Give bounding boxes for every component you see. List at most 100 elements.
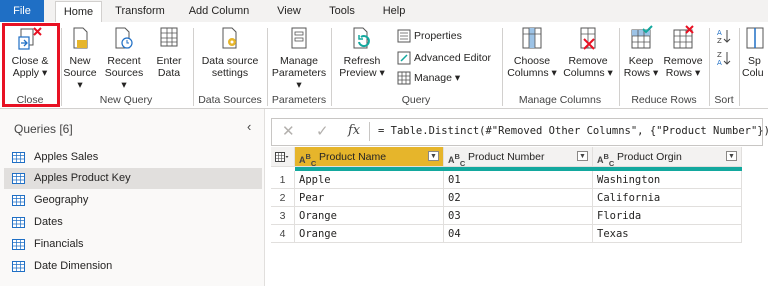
enter-data-button[interactable]: Enter Data (150, 24, 188, 79)
table-cell[interactable]: Apple (295, 171, 444, 189)
query-item[interactable]: Dates (4, 212, 262, 233)
remove-rows-button[interactable]: Remove Rows ▾ (661, 24, 705, 79)
refresh-label-2: Preview ▾ (339, 67, 385, 79)
table-cell[interactable]: Texas (593, 225, 742, 243)
new-source-label-1: New (69, 55, 91, 67)
table-menu-icon (275, 152, 289, 162)
column-header-product-name[interactable]: ABC Product Name ▼ (295, 147, 444, 168)
split-column-label-2: Colu (742, 67, 764, 79)
fx-icon[interactable]: fx (348, 123, 360, 138)
ribbon-divider (331, 28, 332, 106)
table-cell[interactable]: California (593, 189, 742, 207)
sort-ascending-icon: A Z (717, 29, 731, 45)
table-cell[interactable]: Pear (295, 189, 444, 207)
formula-input[interactable]: = Table.Distinct(#"Removed Other Columns… (378, 125, 768, 137)
tab-help[interactable]: Help (373, 0, 415, 22)
new-source-button[interactable]: New Source ▾ (61, 24, 99, 91)
choose-columns-label-1: Choose (513, 55, 551, 67)
tab-tools[interactable]: Tools (320, 0, 364, 22)
filter-dropdown-icon[interactable]: ▼ (428, 151, 439, 161)
query-item[interactable]: Financials (4, 234, 262, 255)
table-icon (12, 261, 25, 272)
table-cell[interactable]: 02 (444, 189, 593, 207)
query-item[interactable]: Geography (4, 190, 262, 211)
split-column-button[interactable]: Sp Colu (742, 24, 768, 79)
table-icon (12, 195, 25, 206)
ribbon-divider (619, 28, 620, 106)
table-cell[interactable]: 01 (444, 171, 593, 189)
table-cell[interactable]: Orange (295, 207, 444, 225)
split-column-label-1: Sp (748, 55, 761, 67)
table-icon (12, 217, 25, 228)
table-grid-icon (160, 27, 178, 47)
recent-sources-label-1: Recent (107, 55, 141, 67)
formula-bar: ✕ ✓ fx = Table.Distinct(#"Removed Other … (271, 118, 768, 146)
query-item[interactable]: Date Dimension (4, 256, 262, 277)
manage-parameters-button[interactable]: Manage Parameters ▾ (270, 24, 328, 91)
tab-view[interactable]: View (270, 0, 308, 22)
row-number[interactable]: 4 (271, 225, 295, 243)
table-menu-button[interactable] (271, 147, 295, 167)
recent-sources-label-2: Sources ▾ (104, 67, 144, 91)
choose-columns-button[interactable]: Choose Columns ▾ (505, 24, 559, 79)
recent-sources-button[interactable]: Recent Sources ▾ (101, 24, 147, 91)
table-icon (12, 173, 25, 184)
enter-data-label-1: Enter (156, 55, 182, 67)
refresh-preview-button[interactable]: Refresh Preview ▾ (334, 24, 390, 79)
data-source-settings-button[interactable]: Data source settings (196, 24, 264, 79)
group-query-label: Query (401, 94, 431, 106)
query-item-label: Geography (34, 194, 89, 206)
query-item-label: Apples Sales (34, 151, 99, 163)
parameters-label-1: Manage (280, 55, 318, 67)
cancel-formula-icon[interactable]: ✕ (282, 122, 295, 140)
parameters-label-2: Parameters ▾ (271, 67, 327, 91)
group-parameters-label: Parameters (271, 94, 327, 106)
table-cell[interactable]: Orange (295, 225, 444, 243)
keep-rows-button[interactable]: Keep Rows ▾ (622, 24, 660, 79)
manage-label: Manage ▾ (414, 72, 461, 84)
ribbon-divider (267, 28, 268, 106)
column-header-label: Product Orgin (617, 151, 682, 163)
table-cell[interactable]: Washington (593, 171, 742, 189)
query-item[interactable]: Apples Sales (4, 147, 262, 168)
ribbon-tabs: File Home Transform Add Column View Tool… (0, 0, 768, 23)
sort-descending-button[interactable]: Z A (712, 50, 736, 69)
recent-sources-icon (115, 27, 133, 49)
tab-file[interactable]: File (0, 0, 44, 22)
group-manage-columns-label: Manage Columns (518, 94, 602, 106)
collapse-pane-icon[interactable]: ‹ (247, 119, 251, 134)
row-number[interactable]: 1 (271, 171, 295, 189)
table-cell[interactable]: 04 (444, 225, 593, 243)
svg-text:A: A (717, 59, 722, 66)
column-header-product-orgin[interactable]: ABC Product Orgin ▼ (593, 147, 742, 168)
filter-dropdown-icon[interactable]: ▼ (726, 151, 737, 161)
group-reduce-rows-label: Reduce Rows (631, 94, 697, 106)
keep-rows-label-2: Rows ▾ (623, 67, 659, 79)
new-source-icon (73, 27, 88, 49)
row-number[interactable]: 2 (271, 189, 295, 207)
tab-home[interactable]: Home (55, 1, 102, 23)
filter-dropdown-icon[interactable]: ▼ (577, 151, 588, 161)
tab-transform[interactable]: Transform (108, 0, 172, 22)
ribbon: Close & Apply ▾ Close New Source ▾ Recen… (0, 22, 768, 109)
table-grid-icon (397, 71, 411, 85)
tab-add-column[interactable]: Add Column (183, 0, 255, 22)
query-item-label: Financials (34, 238, 84, 250)
table-cell[interactable]: 03 (444, 207, 593, 225)
properties-label: Properties (414, 30, 462, 42)
ribbon-divider (502, 28, 503, 106)
query-item-selected[interactable]: Apples Product Key (4, 168, 262, 189)
ribbon-divider (739, 28, 740, 106)
keep-rows-label-1: Keep (628, 55, 654, 67)
sort-ascending-button[interactable]: A Z (712, 28, 736, 47)
row-number[interactable]: 3 (271, 207, 295, 225)
confirm-formula-icon[interactable]: ✓ (316, 122, 329, 140)
remove-columns-button[interactable]: Remove Columns ▾ (561, 24, 615, 79)
keep-rows-icon (631, 25, 653, 49)
advanced-editor-label: Advanced Editor (414, 52, 492, 64)
column-header-product-number[interactable]: ABC Product Number ▼ (444, 147, 593, 168)
split-column-icon (746, 27, 764, 49)
queries-header: Queries [6] (14, 122, 73, 136)
table-cell[interactable]: Florida (593, 207, 742, 225)
enter-data-label-2: Data (157, 67, 181, 79)
